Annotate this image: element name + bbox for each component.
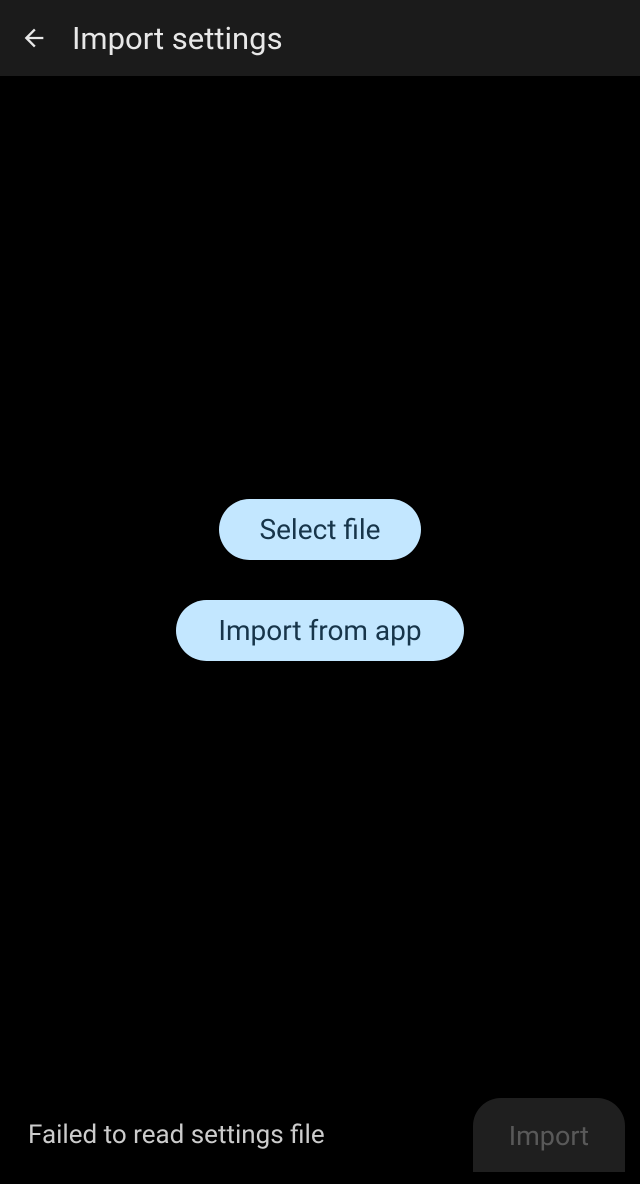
back-icon[interactable]	[20, 24, 48, 52]
page-title: Import settings	[72, 20, 283, 57]
app-header: Import settings	[0, 0, 640, 76]
footer: Failed to read settings file Import	[0, 1083, 640, 1184]
import-from-app-button[interactable]: Import from app	[176, 600, 463, 661]
status-message: Failed to read settings file	[28, 1120, 325, 1150]
main-content: Select file Import from app	[0, 76, 640, 1083]
select-file-button[interactable]: Select file	[219, 499, 420, 560]
import-button[interactable]: Import	[473, 1098, 625, 1172]
